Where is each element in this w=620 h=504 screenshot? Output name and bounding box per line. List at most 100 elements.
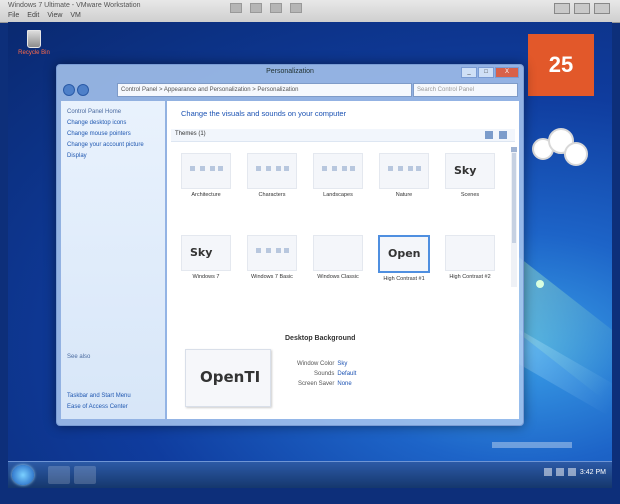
theme-tile[interactable]: Nature (375, 149, 433, 219)
host-menu-edit[interactable]: Edit (27, 12, 39, 19)
theme-label: Landscapes (323, 192, 353, 198)
theme-swatch (350, 166, 355, 171)
property-row: Sounds Default (297, 369, 365, 379)
view-options-icon[interactable] (485, 131, 493, 139)
window-title: Personalization (266, 68, 314, 75)
theme-tile[interactable]: Open High Contrast #1 (375, 231, 433, 301)
calendar-gadget-value: 25 (548, 52, 574, 77)
host-close-button[interactable] (594, 3, 610, 14)
theme-grid: Architecture Characters Landscapes Nature Sk… (177, 149, 507, 325)
address-bar[interactable]: Control Panel > Appearance and Personali… (117, 83, 412, 97)
theme-label: High Contrast #2 (449, 274, 491, 280)
bubble-icon (564, 142, 588, 166)
left-pane: Control Panel Home Change desktop icons … (61, 101, 165, 419)
theme-tile[interactable]: High Contrast #2 (441, 231, 499, 301)
theme-thumbnail (379, 153, 429, 189)
minimize-button[interactable]: _ (461, 67, 477, 78)
system-tray: 3:42 PM (543, 468, 606, 476)
start-button[interactable] (12, 465, 34, 485)
control-panel-home-link[interactable]: Control Panel Home (61, 107, 165, 118)
maximize-button[interactable]: □ (478, 67, 494, 78)
forward-icon[interactable] (77, 84, 89, 96)
control-panel-taskbar-icon[interactable] (74, 466, 96, 484)
themes-count-label: Themes (1) (175, 131, 206, 137)
desktop-icon-label: Recycle Bin (18, 50, 50, 56)
theme-swatch (284, 166, 289, 171)
see-also-heading: See also (67, 354, 91, 360)
theme-swatch (190, 166, 195, 171)
left-pane-link[interactable]: Change your account picture (61, 140, 165, 151)
desktop-background-preview[interactable]: OpenTI (185, 349, 271, 407)
see-also-link[interactable]: Taskbar and Start Menu (61, 391, 165, 402)
theme-tile[interactable]: Landscapes (309, 149, 367, 219)
desktop-icon-recycle-bin[interactable]: Recycle Bin (16, 30, 52, 56)
theme-tile[interactable]: Sky Scenes (441, 149, 499, 219)
theme-swatch (266, 166, 271, 171)
theme-label: Characters (258, 192, 286, 198)
desktop-background-logo: OpenTI (200, 368, 261, 386)
vm-host-menu: File Edit View VM (8, 12, 81, 19)
property-value-link[interactable]: Default (337, 369, 365, 379)
property-value-link[interactable]: Sky (337, 359, 365, 369)
see-also-link[interactable]: Ease of Access Center (61, 402, 165, 413)
calendar-gadget[interactable]: 25 (528, 34, 594, 96)
bubbles-gadget[interactable] (530, 126, 590, 170)
theme-thumbnail (313, 153, 363, 189)
clock[interactable]: 3:42 PM (580, 469, 606, 476)
theme-swatch (342, 166, 347, 171)
theme-swatch (416, 166, 421, 171)
explorer-taskbar-icon[interactable] (48, 466, 70, 484)
power-icon[interactable] (230, 3, 242, 13)
theme-label: Scenes (460, 192, 480, 198)
theme-logo: Sky (454, 164, 477, 177)
host-menu-file[interactable]: File (8, 12, 19, 19)
left-pane-link[interactable]: Display (61, 151, 165, 162)
theme-label: Nature (395, 192, 413, 198)
themes-header-bar: Themes (1) (171, 129, 515, 142)
snapshot-icon[interactable] (270, 3, 282, 13)
theme-thumbnail: Open (378, 235, 430, 273)
guest-desktop: Recycle Bin 25 Personalization _ □ X Con… (8, 22, 612, 488)
theme-swatch (256, 166, 261, 171)
theme-swatch (276, 166, 281, 171)
property-value-link[interactable]: None (337, 379, 365, 389)
host-menu-view[interactable]: View (47, 12, 62, 19)
theme-tile[interactable]: Architecture (177, 149, 235, 219)
host-menu-vm[interactable]: VM (70, 12, 81, 19)
theme-label: Windows Classic (317, 274, 359, 280)
left-pane-link[interactable]: Change desktop icons (61, 118, 165, 129)
theme-label: Windows 7 (192, 274, 220, 280)
action-center-icon[interactable] (567, 468, 576, 476)
theme-thumbnail (247, 235, 297, 271)
search-input[interactable]: Search Control Panel (413, 83, 518, 97)
property-name: Sounds (314, 371, 335, 377)
theme-tile[interactable]: Windows Classic (309, 231, 367, 301)
vm-host-title: Windows 7 Ultimate - VMware Workstation (8, 2, 141, 9)
theme-swatch (210, 166, 215, 171)
theme-thumbnail (247, 153, 297, 189)
network-icon[interactable] (543, 468, 552, 476)
pause-icon[interactable] (250, 3, 262, 13)
property-row: Window Color Sky (297, 359, 365, 369)
theme-logo: Open (388, 247, 421, 260)
volume-icon[interactable] (555, 468, 564, 476)
personalization-window: Personalization _ □ X Control Panel > Ap… (56, 64, 524, 426)
close-button[interactable]: X (495, 67, 519, 78)
help-icon[interactable] (499, 131, 507, 139)
scrollbar-thumb[interactable] (512, 153, 516, 243)
theme-swatch (276, 248, 281, 253)
theme-swatch (408, 166, 413, 171)
fullscreen-icon[interactable] (290, 3, 302, 13)
host-minimize-button[interactable] (554, 3, 570, 14)
themes-scrollbar[interactable] (511, 147, 517, 287)
back-icon[interactable] (63, 84, 75, 96)
theme-tile[interactable]: Characters (243, 149, 301, 219)
theme-logo: Sky (190, 246, 213, 259)
wallpaper-bubble (536, 280, 544, 288)
theme-thumbnail: Sky (181, 235, 231, 271)
theme-tile[interactable]: Windows 7 Basic (243, 231, 301, 301)
theme-tile[interactable]: Sky Windows 7 (177, 231, 235, 301)
scroll-up-icon[interactable] (511, 147, 517, 152)
left-pane-link[interactable]: Change mouse pointers (61, 129, 165, 140)
host-maximize-button[interactable] (574, 3, 590, 14)
